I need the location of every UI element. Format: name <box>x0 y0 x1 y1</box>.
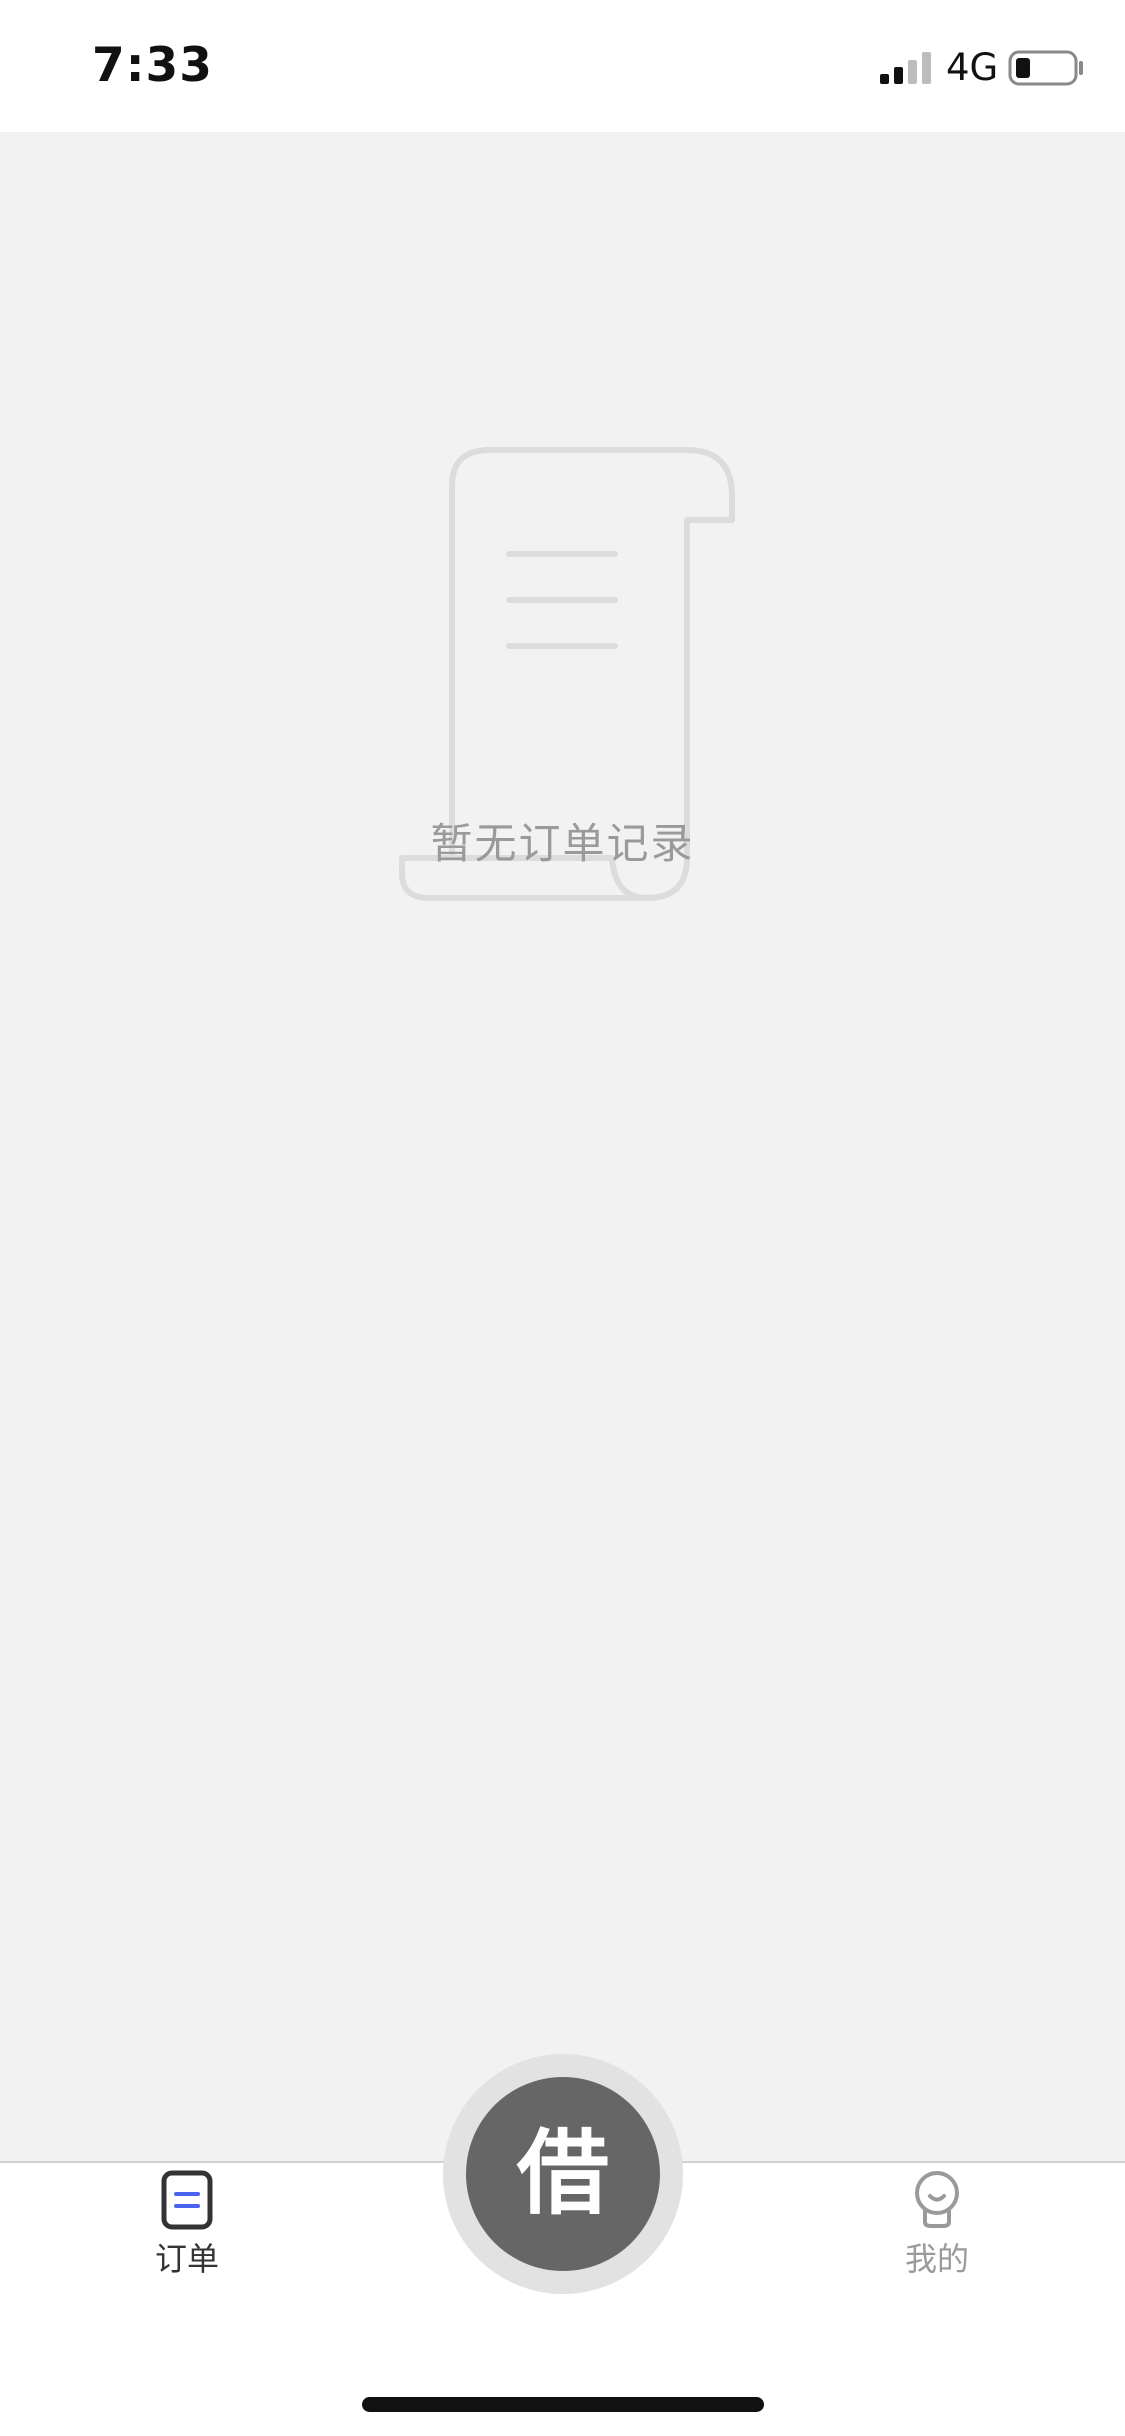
network-type: 4G <box>946 46 999 89</box>
orders-list-icon <box>161 2170 213 2230</box>
battery-icon <box>1008 50 1083 86</box>
orders-content: 暂无订单记录 <box>0 132 1125 2162</box>
signal-strength-icon <box>880 52 931 84</box>
home-indicator <box>362 2397 764 2412</box>
tab-orders-label: 订单 <box>154 2240 219 2278</box>
empty-state-message: 暂无订单记录 <box>430 819 695 868</box>
tab-mine-label: 我的 <box>904 2240 969 2278</box>
tab-orders[interactable]: 订单 <box>87 2170 287 2290</box>
status-bar: 7:33 4G <box>0 0 1125 132</box>
borrow-button[interactable]: 借 <box>466 2077 660 2271</box>
tab-mine[interactable]: 我的 <box>837 2170 1037 2290</box>
user-profile-icon <box>915 2171 959 2228</box>
status-time: 7:33 <box>92 38 213 93</box>
